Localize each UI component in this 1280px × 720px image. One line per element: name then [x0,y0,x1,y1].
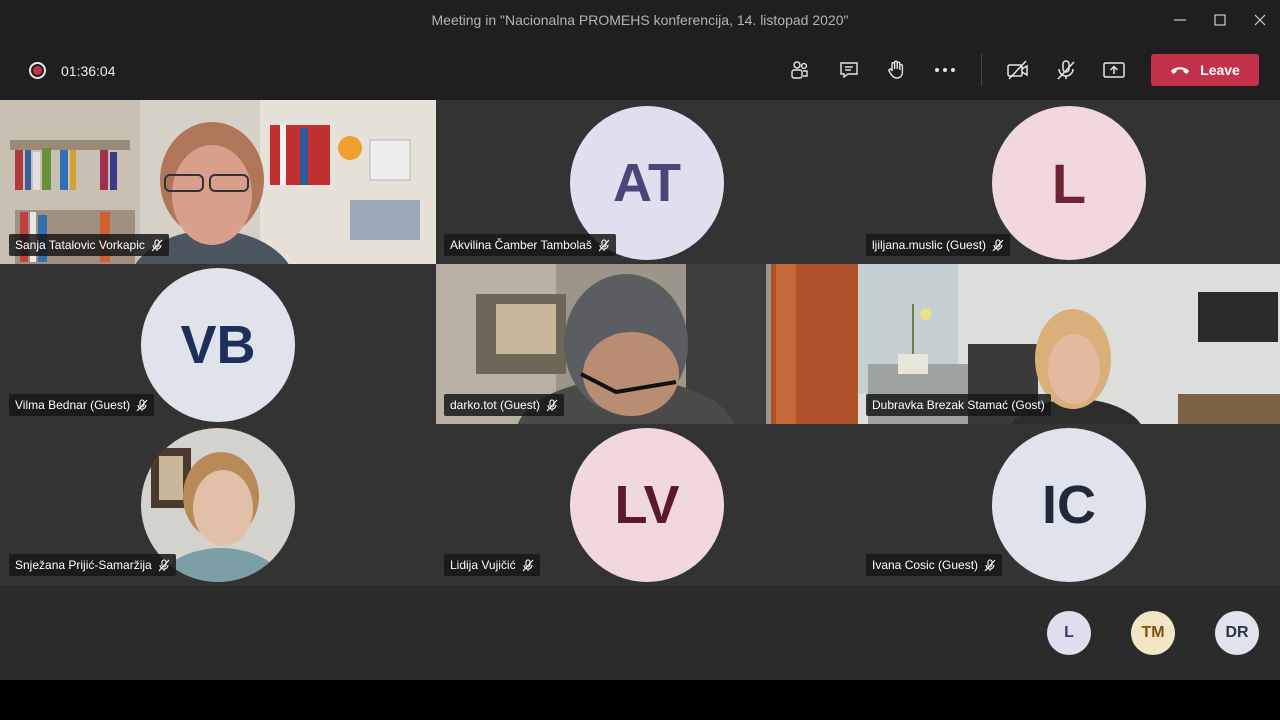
participant-tile[interactable]: Sanja Tatalovic Vorkapic [0,100,436,264]
participant-nametag: Vilma Bednar (Guest) [9,394,155,416]
microphone-muted-icon [151,238,163,251]
microphone-muted-icon [992,238,1004,251]
participant-name: Snježana Prijić-Samaržija [15,558,152,572]
participant-nametag: Dubravka Brezak Stamać (Gost) [866,394,1051,416]
meeting-timer: 01:36:04 [61,63,116,79]
participant-avatar: L [992,106,1146,260]
leave-button[interactable]: Leave [1151,54,1259,86]
participant-nametag: darko.tot (Guest) [444,394,565,416]
participant-nametag: Sanja Tatalovic Vorkapic [9,234,169,256]
microphone-muted-icon [598,238,610,251]
participant-nametag: Snježana Prijić-Samaržija [9,554,176,576]
microphone-muted-icon [136,398,148,411]
camera-toggle-button[interactable] [1005,58,1031,82]
participant-nametag: Akvilina Čamber Tambolaš [444,234,616,256]
hand-icon [888,60,904,79]
participant-name: Dubravka Brezak Stamać (Gost) [872,398,1045,412]
people-icon [791,61,808,79]
overflow-avatar[interactable]: TM [1131,611,1175,655]
close-button[interactable] [1250,10,1270,30]
participant-nametag: Ivana Cosic (Guest) [866,554,1003,576]
participant-name: ljiljana.muslic (Guest) [872,238,987,252]
maximize-icon [1214,14,1226,26]
participant-name: Akvilina Čamber Tambolaš [450,238,592,252]
participant-name: Sanja Tatalovic Vorkapic [15,238,145,252]
title-bar: Meeting in "Nacionalna PROMEHS konferenc… [0,0,1280,40]
microphone-muted-icon [984,558,996,571]
hang-up-icon [1171,67,1190,74]
share-tray-icon [1103,62,1125,78]
meeting-control-bar: 01:36:04 [0,40,1280,100]
chat-icon [840,62,858,79]
participant-name: Lidija Vujičić [450,558,516,572]
participant-tile[interactable]: darko.tot (Guest) [436,264,858,424]
share-screen-button[interactable] [1101,58,1127,82]
minimize-button[interactable] [1170,10,1190,30]
minimize-icon [1174,19,1186,21]
recording-icon [29,62,46,79]
participant-avatar: VB [141,268,295,422]
overflow-avatar[interactable]: L [1047,611,1091,655]
participant-nametag: Lidija Vujičić [444,554,540,576]
toolbar-divider [981,54,982,86]
more-actions-button[interactable] [932,58,958,82]
participant-nametag: ljiljana.muslic (Guest) [866,234,1011,256]
overflow-avatar[interactable]: DR [1215,611,1259,655]
participant-name: darko.tot (Guest) [450,398,541,412]
participant-name: Ivana Cosic (Guest) [872,558,979,572]
window-title: Meeting in "Nacionalna PROMEHS konferenc… [431,12,849,28]
microphone-muted-icon [546,398,558,411]
microphone-muted-icon [158,558,170,571]
video-grid: Sanja Tatalovic Vorkapic AT Akvilina Čam… [0,100,1280,585]
leave-label: Leave [1200,62,1240,78]
participant-tile[interactable]: Snježana Prijić-Samaržija [0,424,436,585]
microphone-muted-icon [522,558,534,571]
close-icon [1254,14,1266,26]
participant-tile[interactable]: Dubravka Brezak Stamać (Gost) [858,264,1280,424]
participant-tile[interactable]: AT Akvilina Čamber Tambolaš [436,100,858,264]
overflow-participants: L TM DR [0,585,1280,680]
raise-hand-button[interactable] [883,58,909,82]
maximize-button[interactable] [1210,10,1230,30]
participant-avatar: IC [992,428,1146,582]
microphone-off-icon [1057,60,1075,80]
participant-tile[interactable]: IC Ivana Cosic (Guest) [858,424,1280,585]
chat-button[interactable] [836,58,862,82]
microphone-toggle-button[interactable] [1053,58,1079,82]
participant-tile[interactable]: LV Lidija Vujičić [436,424,858,585]
participant-name: Vilma Bednar (Guest) [15,398,131,412]
participants-button[interactable] [787,58,813,82]
camera-off-icon [1007,60,1028,80]
participant-tile[interactable]: L ljiljana.muslic (Guest) [858,100,1280,264]
participant-tile[interactable]: VB Vilma Bednar (Guest) [0,264,436,424]
more-icon [935,68,955,72]
participant-avatar: LV [570,428,724,582]
